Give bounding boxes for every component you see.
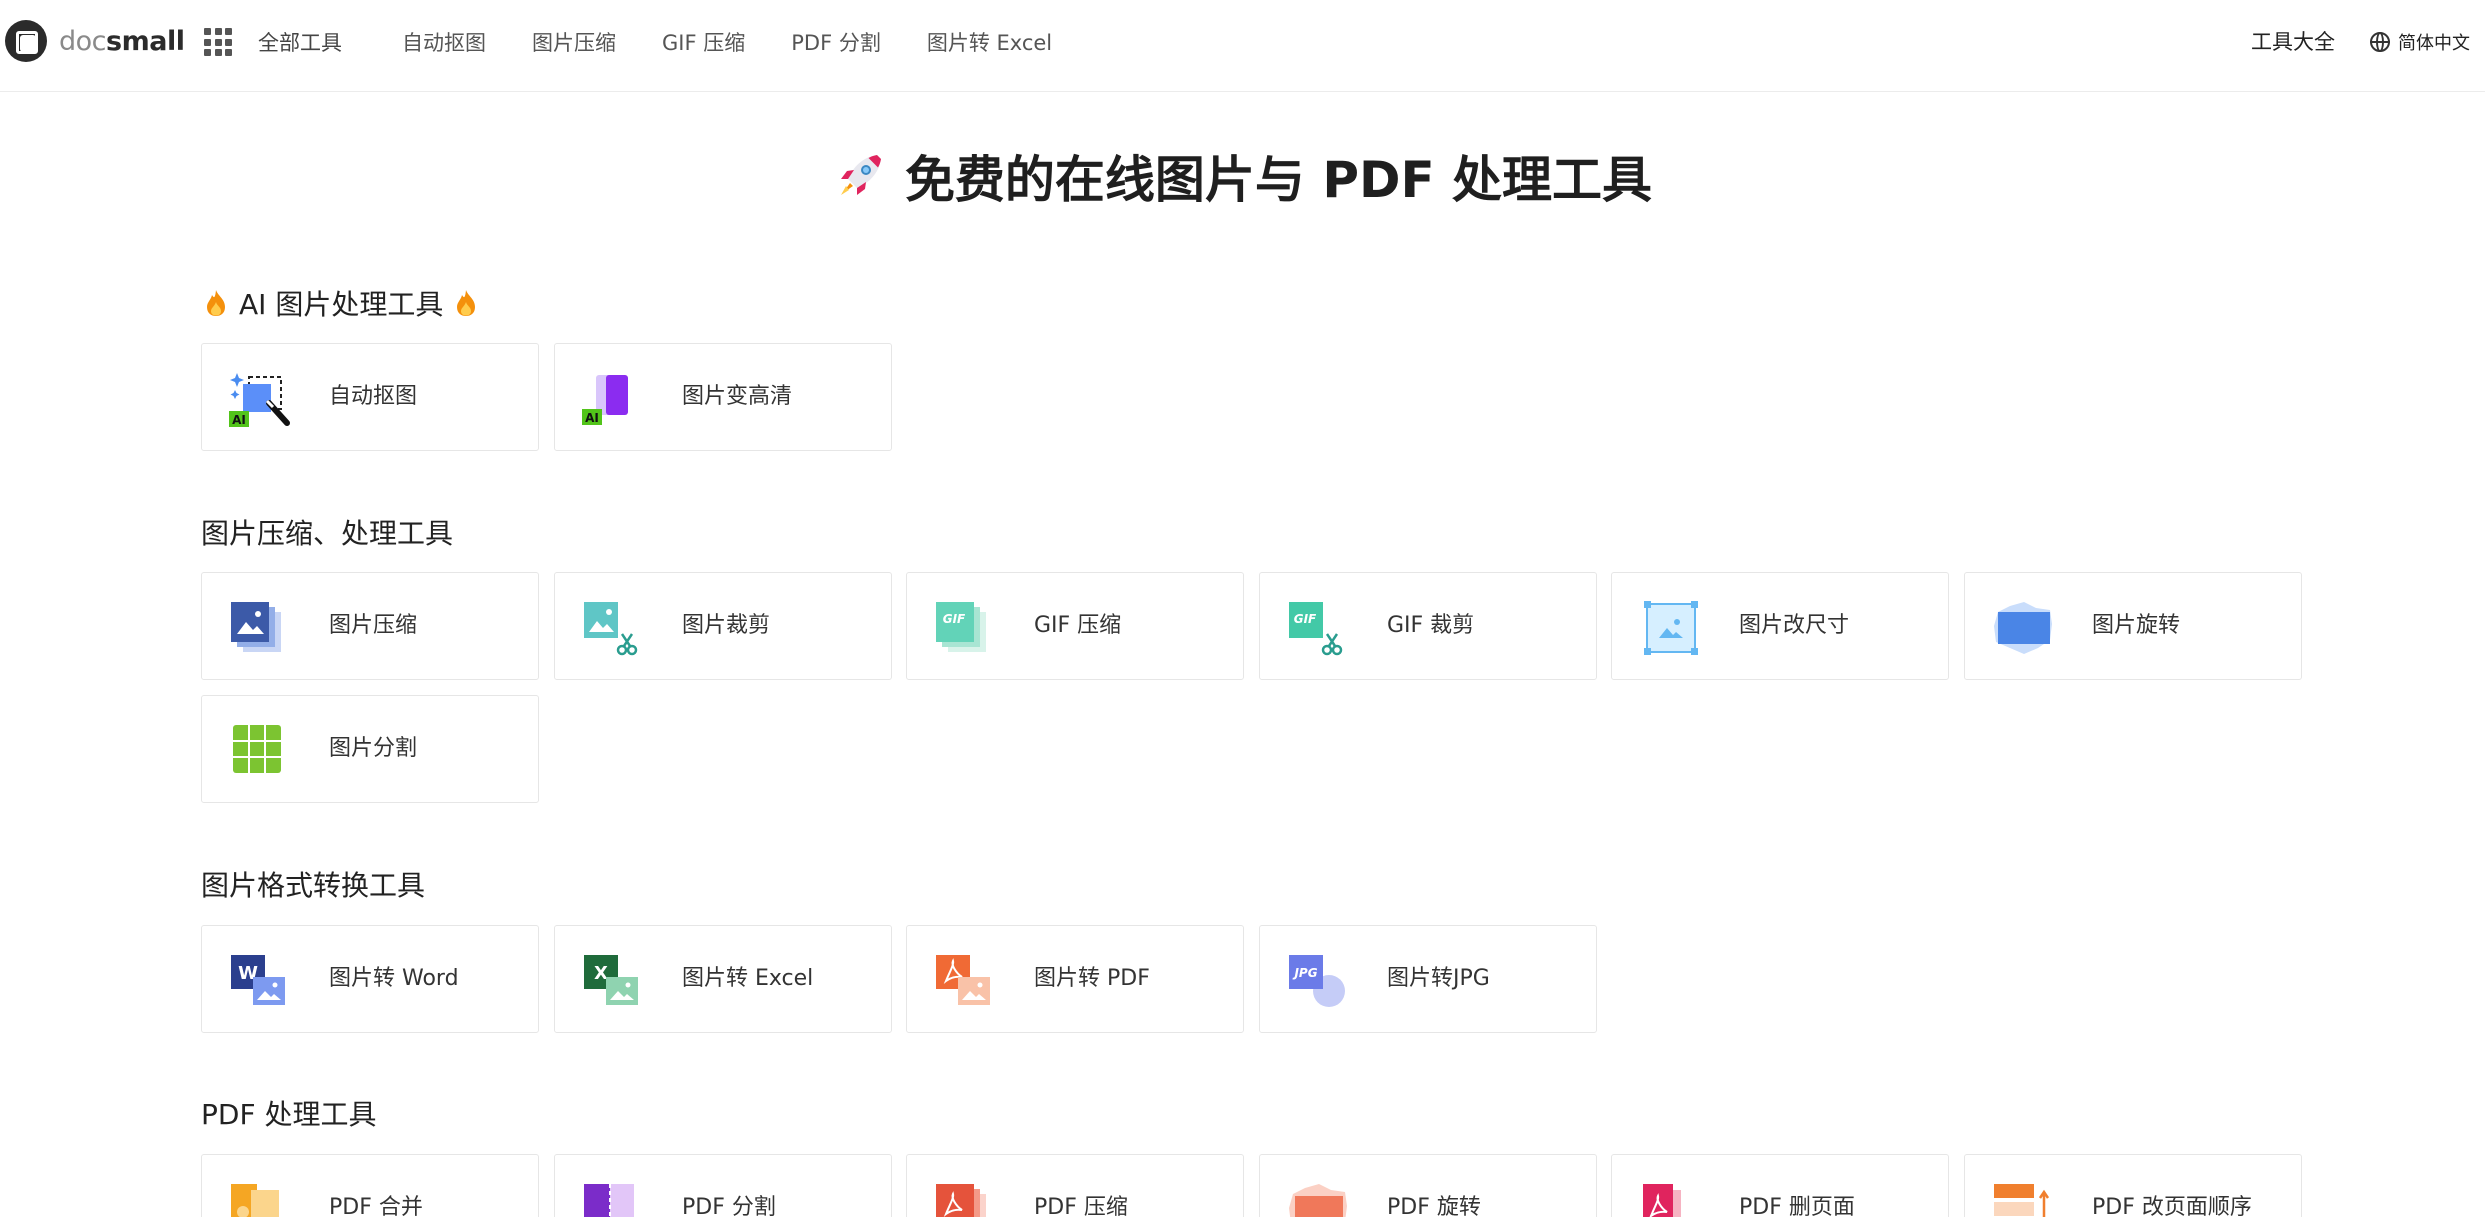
fire-icon: [207, 290, 225, 316]
tool-card-gif-crop[interactable]: GIF GIF 裁剪: [1259, 572, 1597, 680]
nav-links: 自动抠图 图片压缩 GIF 压缩 PDF 分割 图片转 Excel: [402, 22, 1098, 62]
tool-label: 图片转JPG: [1387, 966, 1490, 991]
tool-card-image-compress[interactable]: 图片压缩: [201, 572, 539, 680]
image-split-icon: [229, 723, 293, 779]
tool-label: 图片裁剪: [682, 613, 771, 638]
pdf-reorder-pages-icon: [1992, 1182, 2056, 1217]
nav-link-image-compress[interactable]: 图片压缩: [532, 27, 616, 57]
image-compress-icon: [229, 600, 293, 656]
svg-text:GIF: GIF: [943, 612, 966, 626]
svg-text:AI: AI: [232, 413, 246, 427]
tool-card-image-resize[interactable]: 图片改尺寸: [1611, 572, 1949, 680]
tool-label: 图片改尺寸: [1739, 613, 1850, 638]
docsmall-logo-icon: [5, 20, 47, 62]
tool-label: 图片旋转: [2092, 613, 2181, 638]
nav-link-image-to-excel[interactable]: 图片转 Excel: [927, 27, 1052, 57]
tool-card-image-to-jpg[interactable]: JPG 图片转JPG: [1259, 925, 1597, 1033]
tool-label: 图片压缩: [329, 613, 418, 638]
tool-card-image-to-word[interactable]: W 图片转 Word: [201, 925, 539, 1033]
top-navigation: docsmall 全部工具 自动抠图 图片压缩 GIF 压缩 PDF 分割 图片…: [0, 0, 2485, 92]
image-to-pdf-icon: [934, 953, 998, 1009]
rocket-icon: [833, 149, 887, 203]
tool-label: 自动抠图: [329, 384, 418, 409]
svg-text:GIF: GIF: [1294, 612, 1317, 626]
tool-label: 图片变高清: [682, 384, 793, 409]
brand-name: docsmall: [59, 25, 185, 57]
nav-link-pdf-split[interactable]: PDF 分割: [791, 27, 881, 57]
all-tools-menu[interactable]: 全部工具: [204, 22, 342, 62]
tool-label: PDF 改页面顺序: [2092, 1195, 2252, 1217]
globe-icon: [2370, 32, 2390, 52]
section-title-text: 图片压缩、处理工具: [201, 517, 454, 550]
svg-text:X: X: [594, 963, 608, 984]
tool-card-image-to-pdf[interactable]: 图片转 PDF: [906, 925, 1244, 1033]
nav-link-auto-cutout[interactable]: 自动抠图: [402, 27, 486, 57]
grid-icon: [204, 28, 232, 56]
fire-icon: [457, 290, 476, 316]
language-selector[interactable]: 简体中文: [2370, 22, 2470, 62]
tool-label: 图片分割: [329, 736, 418, 761]
tool-card-image-rotate[interactable]: 图片旋转: [1964, 572, 2302, 680]
page-title-text: 免费的在线图片与 PDF 处理工具: [904, 151, 1653, 209]
section-title-text: PDF 处理工具: [201, 1098, 377, 1131]
image-rotate-icon: [1992, 600, 2056, 656]
image-to-jpg-icon: JPG: [1287, 953, 1351, 1009]
tool-label: 图片转 PDF: [1034, 966, 1150, 991]
image-upscale-icon: AI: [582, 371, 646, 427]
page-title: 免费的在线图片与 PDF 处理工具: [833, 140, 1652, 212]
svg-text:AI: AI: [585, 411, 599, 425]
tool-card-pdf-split[interactable]: PDF 分割: [554, 1154, 892, 1217]
section-title-text: AI 图片处理工具: [239, 288, 444, 321]
pdf-delete-pages-icon: [1639, 1182, 1703, 1217]
tool-label: PDF 旋转: [1387, 1195, 1481, 1217]
hero: 免费的在线图片与 PDF 处理工具: [0, 140, 2485, 212]
tool-label: 图片转 Word: [329, 966, 459, 991]
tool-label: PDF 合并: [329, 1195, 423, 1217]
section-title-format-convert: 图片格式转换工具: [201, 864, 425, 904]
pdf-split-icon: [582, 1182, 646, 1217]
tool-card-image-crop[interactable]: 图片裁剪: [554, 572, 892, 680]
gif-compress-icon: GIF: [934, 600, 998, 656]
pdf-merge-icon: [229, 1182, 293, 1217]
pdf-rotate-icon: [1287, 1182, 1351, 1217]
tool-card-pdf-compress[interactable]: PDF 压缩: [906, 1154, 1244, 1217]
tool-label: GIF 裁剪: [1387, 613, 1475, 638]
tool-card-image-to-excel[interactable]: X 图片转 Excel: [554, 925, 892, 1033]
auto-cutout-icon: AI: [229, 371, 293, 427]
tool-card-pdf-rotate[interactable]: PDF 旋转: [1259, 1154, 1597, 1217]
language-label: 简体中文: [2398, 33, 2470, 54]
tool-card-auto-cutout[interactable]: AI 自动抠图: [201, 343, 539, 451]
tool-label: PDF 删页面: [1739, 1195, 1855, 1217]
section-title-ai: AI 图片处理工具: [201, 283, 489, 323]
tool-label: PDF 分割: [682, 1195, 776, 1217]
tool-label: PDF 压缩: [1034, 1195, 1128, 1217]
tool-label: 图片转 Excel: [682, 966, 814, 991]
section-title-image-process: 图片压缩、处理工具: [201, 512, 453, 552]
image-resize-icon: [1639, 600, 1703, 656]
section-title-pdf: PDF 处理工具: [201, 1093, 376, 1133]
tool-label: GIF 压缩: [1034, 613, 1122, 638]
section-title-text: 图片格式转换工具: [201, 869, 426, 902]
nav-link-gif-compress[interactable]: GIF 压缩: [662, 27, 745, 57]
tool-card-image-split[interactable]: 图片分割: [201, 695, 539, 803]
image-to-word-icon: W: [229, 953, 293, 1009]
image-crop-icon: [582, 600, 646, 656]
all-tools-label: 全部工具: [258, 31, 342, 55]
tool-card-image-upscale[interactable]: AI 图片变高清: [554, 343, 892, 451]
tools-catalog-link[interactable]: 工具大全: [2251, 22, 2335, 62]
svg-text:JPG: JPG: [1292, 966, 1317, 980]
gif-crop-icon: GIF: [1287, 600, 1351, 656]
pdf-compress-icon: [934, 1182, 998, 1217]
tool-card-gif-compress[interactable]: GIF GIF 压缩: [906, 572, 1244, 680]
tool-card-pdf-merge[interactable]: PDF 合并: [201, 1154, 539, 1217]
tool-card-pdf-reorder-pages[interactable]: PDF 改页面顺序: [1964, 1154, 2302, 1217]
image-to-excel-icon: X: [582, 953, 646, 1009]
docsmall-logo[interactable]: docsmall: [5, 20, 185, 62]
tool-card-pdf-delete-pages[interactable]: PDF 删页面: [1611, 1154, 1949, 1217]
